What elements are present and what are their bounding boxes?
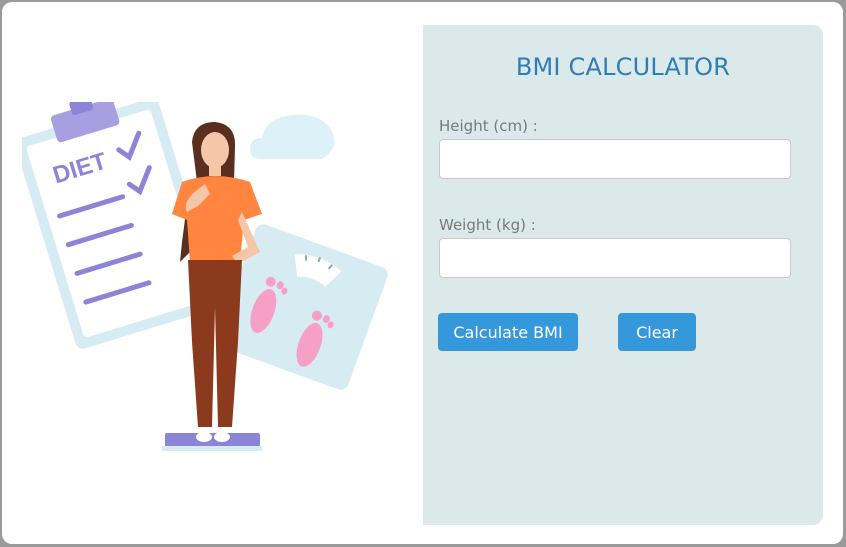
weight-label: Weight (kg) : <box>439 216 536 234</box>
page-title: BMI CALCULATOR <box>515 53 731 81</box>
weight-input[interactable] <box>439 238 791 278</box>
cloud-shape <box>250 114 335 159</box>
clear-button[interactable]: Clear <box>618 313 696 351</box>
bmi-form-panel: BMI CALCULATOR Height (cm) : Weight (kg)… <box>423 25 823 525</box>
woman-with-diet-clipboard-illustration: DIET <box>15 96 388 451</box>
calculate-bmi-button[interactable]: Calculate BMI <box>438 313 578 351</box>
diet-illustration: DIET <box>15 96 392 462</box>
height-label: Height (cm) : <box>439 117 538 135</box>
app-window: DIET BMI CALCULATOR Height (cm): Weight… <box>2 2 843 544</box>
height-input[interactable] <box>439 139 791 179</box>
